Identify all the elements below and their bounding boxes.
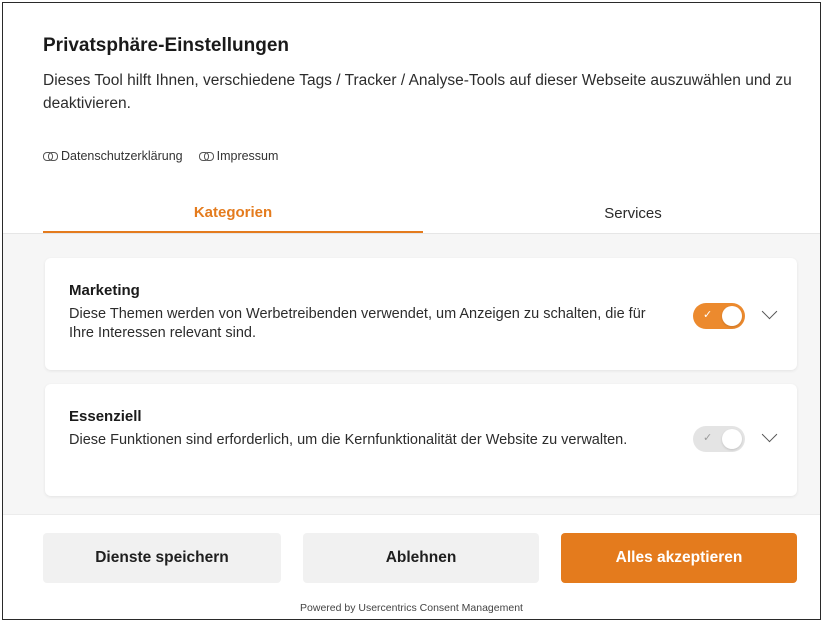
category-description: Diese Funktionen sind erforderlich, um d…: [69, 432, 628, 448]
tab-kategorien[interactable]: Kategorien: [43, 193, 423, 233]
link-icon: [43, 152, 58, 161]
accept-all-button[interactable]: Alles akzeptieren: [561, 533, 797, 583]
tab-services[interactable]: Services: [443, 193, 820, 233]
category-card-marketing: Marketing Diese Themen werden von Werbet…: [45, 258, 797, 370]
chevron-down-icon[interactable]: [761, 303, 778, 320]
dialog-footer: Dienste speichern Ablehnen Alles akzepti…: [3, 514, 820, 619]
marketing-toggle[interactable]: ✓: [693, 303, 745, 329]
chevron-down-icon[interactable]: [761, 426, 778, 443]
link-icon: [198, 152, 214, 161]
privacy-policy-link[interactable]: Datenschutzerklärung: [43, 149, 183, 163]
powered-by-text: Powered by Usercentrics Consent Manageme…: [300, 602, 523, 614]
privacy-policy-label: Datenschutzerklärung: [61, 149, 183, 163]
category-card-essenziell: Essenziell Diese Funktionen sind erforde…: [45, 384, 797, 496]
category-list: Marketing Diese Themen werden von Werbet…: [3, 234, 820, 514]
save-services-button[interactable]: Dienste speichern: [43, 533, 281, 583]
category-title: Marketing: [69, 282, 140, 299]
category-description: Diese Themen werden von Werbetreibenden …: [69, 306, 646, 341]
dialog-title: Privatsphäre-Einstellungen: [43, 35, 290, 56]
privacy-settings-dialog: Privatsphäre-Einstellungen Dieses Tool h…: [2, 2, 821, 620]
toggle-knob: [722, 429, 742, 449]
check-icon: ✓: [703, 432, 713, 444]
toggle-knob: [722, 306, 742, 326]
deny-button[interactable]: Ablehnen: [303, 533, 539, 583]
essenziell-toggle: ✓: [693, 426, 745, 452]
imprint-label: Impressum: [216, 149, 279, 163]
tab-bar: Kategorien Services: [43, 193, 820, 235]
dialog-description: Dieses Tool hilft Ihnen, verschiedene Ta…: [43, 72, 792, 112]
check-icon: ✓: [703, 309, 713, 321]
imprint-link[interactable]: Impressum: [198, 149, 279, 163]
category-title: Essenziell: [69, 408, 142, 425]
legal-links: Datenschutzerklärung Impressum: [43, 149, 278, 163]
